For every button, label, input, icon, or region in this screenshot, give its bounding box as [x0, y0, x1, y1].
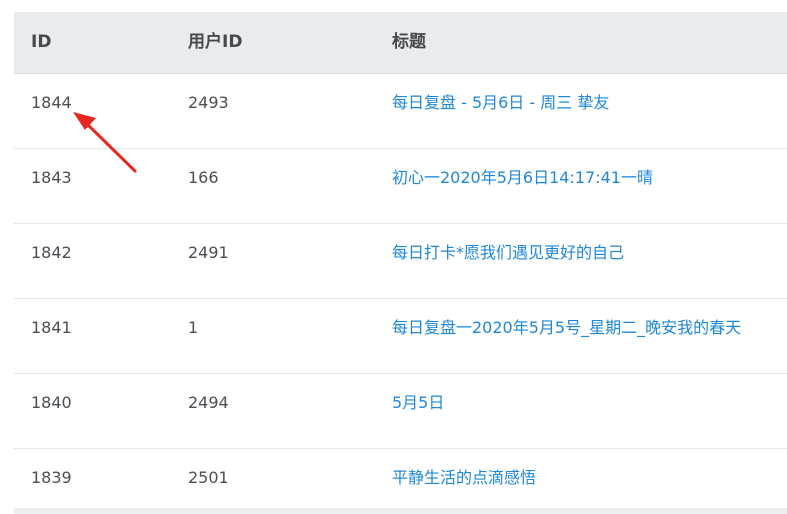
cell-id: 1839 [31, 468, 72, 487]
header-title[interactable]: 标题 [392, 12, 426, 73]
cell-id: 1844 [31, 93, 72, 112]
cell-title-link[interactable]: 5月5日 [392, 374, 444, 448]
cell-id: 1840 [31, 393, 72, 412]
cell-title-link[interactable]: 每日复盘 - 5月6日 - 周三 挚友 [392, 74, 609, 148]
header-user-id[interactable]: 用户ID [188, 12, 242, 73]
cell-user-id: 1 [188, 318, 199, 337]
table-row: 1843 166 初心一2020年5月6日14:17:41一晴 [14, 149, 787, 224]
table-bottom-edge [14, 508, 787, 514]
cell-user-id: 2494 [188, 393, 229, 412]
posts-table: ID 用户ID 标题 1844 2493 每日复盘 - 5月6日 - 周三 挚友… [14, 12, 787, 514]
cell-id: 1841 [31, 318, 72, 337]
header-id[interactable]: ID [31, 12, 51, 73]
cell-user-id: 2501 [188, 468, 229, 487]
table-row: 1842 2491 每日打卡*愿我们遇见更好的自己 [14, 224, 787, 299]
cell-title-link[interactable]: 平静生活的点滴感悟 [392, 449, 536, 514]
table-header: ID 用户ID 标题 [14, 12, 787, 74]
table-row: 1844 2493 每日复盘 - 5月6日 - 周三 挚友 [14, 74, 787, 149]
table-row: 1839 2501 平静生活的点滴感悟 [14, 449, 787, 514]
table-row: 1840 2494 5月5日 [14, 374, 787, 449]
cell-id: 1842 [31, 243, 72, 262]
cell-id: 1843 [31, 168, 72, 187]
cell-user-id: 2493 [188, 93, 229, 112]
cell-user-id: 166 [188, 168, 219, 187]
table-row: 1841 1 每日复盘一2020年5月5号_星期二_晚安我的春天 [14, 299, 787, 374]
page: ID 用户ID 标题 1844 2493 每日复盘 - 5月6日 - 周三 挚友… [0, 0, 787, 514]
cell-title-link[interactable]: 每日复盘一2020年5月5号_星期二_晚安我的春天 [392, 299, 741, 373]
cell-title-link[interactable]: 初心一2020年5月6日14:17:41一晴 [392, 149, 653, 223]
cell-title-link[interactable]: 每日打卡*愿我们遇见更好的自己 [392, 224, 624, 298]
cell-user-id: 2491 [188, 243, 229, 262]
